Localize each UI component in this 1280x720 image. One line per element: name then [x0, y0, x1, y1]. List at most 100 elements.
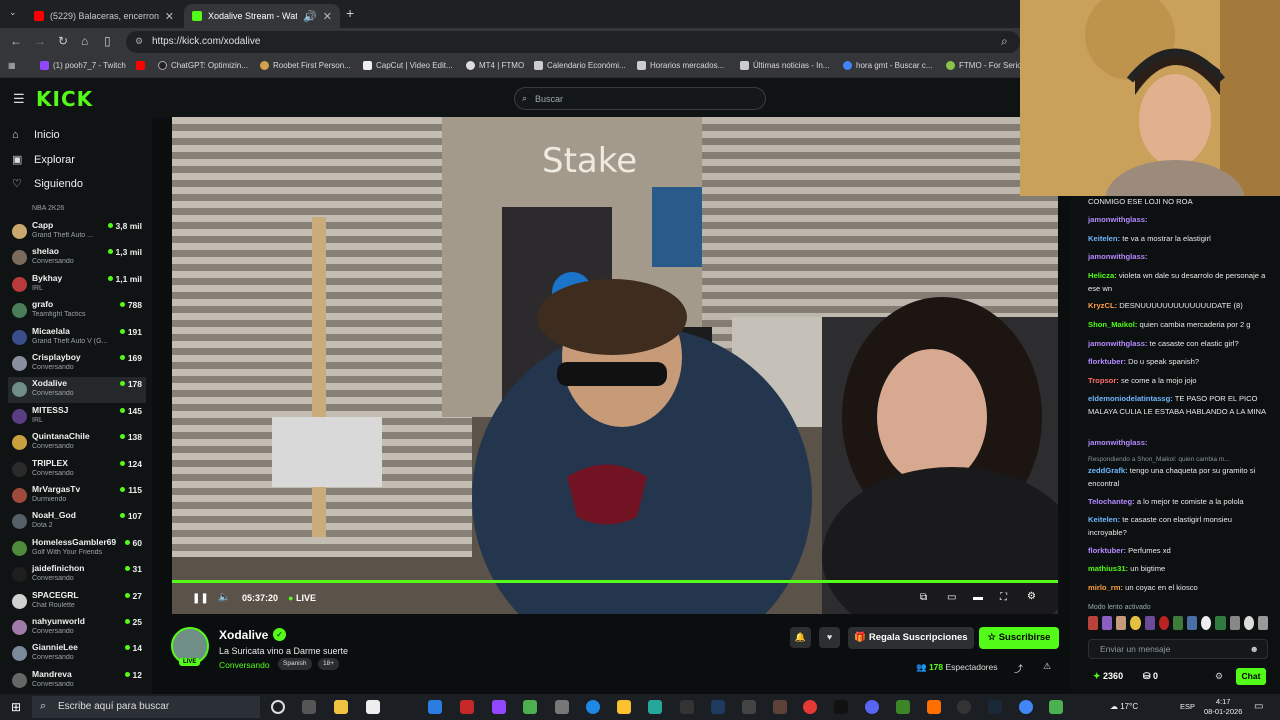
bookmark-item[interactable]: Horarios mercados...	[637, 61, 724, 70]
bookmark-item[interactable]: FTMO - For Serio	[946, 61, 1022, 70]
gift-subs-button[interactable]: 🎁 Regala Suscripciones	[848, 627, 974, 649]
sidebar-channel-item[interactable]: QuintanaChile Conversando 138	[8, 430, 146, 456]
close-tab-icon[interactable]: ✕	[323, 10, 332, 23]
bookmark-item[interactable]: CapCut | Video Edit...	[363, 61, 453, 70]
chat-username[interactable]: mathius31:	[1088, 564, 1128, 573]
tab-youtube[interactable]: (5229) Balaceras, encerronas y ... ✕	[26, 4, 182, 28]
video-player[interactable]: Stake	[172, 117, 1058, 614]
sidebar-channel-item[interactable]: GiannieLee Conversando 14	[8, 641, 146, 667]
chat-username[interactable]: jamonwithglass:	[1088, 438, 1148, 447]
bookmark-item[interactable]: Calendario Económi...	[534, 61, 626, 70]
sidebar-channel-item[interactable]: Capp Grand Theft Auto ... 3,8 mil	[8, 219, 146, 245]
emote-icon[interactable]	[1243, 616, 1254, 630]
channel-name[interactable]: Xodalive	[219, 628, 268, 642]
app-icon[interactable]	[680, 700, 694, 714]
kick-logo[interactable]: KICK	[36, 87, 93, 111]
new-tab-icon[interactable]: +	[346, 5, 354, 21]
fullscreen-icon[interactable]: ⛶	[1000, 592, 1007, 603]
sidebar-channel-item[interactable]: MrVargasTv Durmiendo 115	[8, 483, 146, 509]
task-view-icon[interactable]	[302, 700, 316, 714]
stream-category[interactable]: Conversando	[219, 660, 270, 670]
sidebar-channel-item[interactable]: Mandreva Conversando 12	[8, 668, 146, 694]
nav-following[interactable]: ♡ Siguiendo	[12, 177, 83, 191]
emote-icon[interactable]	[1229, 616, 1240, 630]
app-icon[interactable]	[927, 700, 941, 714]
chat-username[interactable]: KryzCL:	[1088, 301, 1117, 310]
zoom-app-icon[interactable]	[586, 700, 600, 714]
theater-mode-icon[interactable]: ▬	[973, 592, 983, 603]
chat-username[interactable]: florktuber:	[1088, 357, 1126, 366]
sidebar-channel-item[interactable]: grafo Teamfight Tactics 788	[8, 298, 146, 324]
split-view-icon[interactable]: ▯	[104, 34, 111, 48]
emote-icon[interactable]	[1172, 616, 1184, 630]
file-explorer-icon[interactable]	[334, 700, 348, 714]
notepad-icon[interactable]	[366, 700, 380, 714]
clock[interactable]: 4:17 08-01-2026	[1204, 697, 1242, 717]
tag-age[interactable]: 18+	[318, 658, 340, 670]
sidebar-channel-item[interactable]: Crisplayboy Conversando 169	[8, 351, 146, 377]
app-icon[interactable]	[428, 700, 442, 714]
sidebar-channel-item[interactable]: HomelessGambler69 Golf With Your Friends 6…	[8, 536, 146, 562]
zoom-icon[interactable]: ⌕	[1001, 34, 1008, 49]
sidebar-channel-item[interactable]: jaidefinichon Conversando 31	[8, 562, 146, 588]
forward-icon[interactable]: →	[34, 34, 46, 48]
url-field[interactable]: ⚙ https://kick.com/xodalive	[126, 31, 1020, 53]
sidebar-channel-item[interactable]: shelao Conversando 1,3 mil	[8, 245, 146, 271]
emote-icon[interactable]	[1088, 616, 1099, 630]
sidebar-channel-item[interactable]: Micaelala Grand Theft Auto V (G... 191	[8, 325, 146, 351]
app-icon[interactable]	[1049, 700, 1063, 714]
cast-icon[interactable]: ▭	[947, 592, 956, 603]
back-icon[interactable]: ←	[10, 34, 22, 48]
chat-username[interactable]: zeddGrafk:	[1088, 466, 1128, 475]
notification-bell-icon[interactable]: 🔔	[790, 627, 811, 648]
app-icon[interactable]	[773, 700, 787, 714]
chat-username[interactable]: Shon_Maikol:	[1088, 320, 1137, 329]
apps-icon[interactable]: ▦	[8, 61, 16, 70]
chat-send-button[interactable]: Chat	[1236, 668, 1266, 685]
emote-icon[interactable]	[1102, 616, 1113, 630]
emoji-icon[interactable]: ☻	[1250, 644, 1259, 654]
chat-username[interactable]: jamonwithglass:	[1088, 252, 1148, 261]
taskbar-search[interactable]: ⌕ Escribe aquí para buscar	[32, 696, 260, 718]
emote-icon[interactable]	[1144, 616, 1155, 630]
emote-icon[interactable]	[1215, 616, 1226, 630]
bookmark-item[interactable]: Últimas noticias - In...	[740, 61, 829, 70]
tiktok-icon[interactable]	[834, 700, 848, 714]
emote-icon[interactable]	[1187, 616, 1198, 630]
opera-icon[interactable]	[803, 700, 817, 714]
cortana-icon[interactable]	[271, 700, 285, 714]
steam-icon[interactable]	[988, 700, 1002, 714]
chat-input[interactable]: Enviar un mensaje ☻	[1088, 639, 1268, 659]
bookmark-item[interactable]: (1) pooh7_7 - Twitch	[40, 61, 126, 70]
home-icon[interactable]: ⌂	[81, 34, 88, 48]
app-icon[interactable]	[460, 700, 474, 714]
sidebar-channel-item[interactable]: Xodalive Conversando 178	[8, 377, 146, 404]
twitch-icon[interactable]	[492, 700, 506, 714]
menu-icon[interactable]: ☰	[13, 91, 25, 107]
tab-kick[interactable]: Xodalive Stream - Watch Li 🔊 ✕	[184, 4, 340, 28]
chat-username[interactable]: Tropsor:	[1088, 376, 1119, 385]
bookmark-item[interactable]: hora gmt - Buscar c...	[843, 61, 932, 70]
bookmark-youtube-icon[interactable]	[136, 61, 149, 70]
site-info-icon[interactable]: ⚙	[135, 36, 143, 47]
weather-widget[interactable]: ☁ 17°C	[1110, 702, 1138, 711]
chat-counter[interactable]: ⛁ 0	[1143, 671, 1158, 682]
bookmark-item[interactable]: ChatGPT: Optimizin...	[158, 61, 248, 70]
nav-home[interactable]: ⌂ Inicio	[12, 129, 60, 141]
share-icon[interactable]: ⤴	[1014, 662, 1023, 675]
sidebar-channel-item[interactable]: Bykhay IRL 1,1 mil	[8, 272, 146, 298]
pause-icon[interactable]: ❚❚	[192, 593, 209, 604]
app-icon[interactable]	[957, 700, 971, 714]
chat-username[interactable]: jamonwithglass:	[1088, 215, 1148, 224]
settings-gear-icon[interactable]: ⚙	[1027, 591, 1036, 602]
bookmark-item[interactable]: Roobet First Person...	[260, 61, 351, 70]
report-icon[interactable]: ⚠	[1043, 661, 1051, 672]
tab-list-chevron-icon[interactable]: ⌄	[9, 7, 17, 18]
search-input[interactable]: ⌕ Buscar	[514, 87, 766, 110]
chat-username[interactable]: Helicza:	[1088, 271, 1117, 280]
subscribe-button[interactable]: ☆ Suscribirse	[979, 627, 1059, 649]
emote-icon[interactable]	[1158, 616, 1169, 630]
chat-username[interactable]: Telochanteg:	[1088, 497, 1135, 506]
chat-settings-icon[interactable]: ⚙	[1215, 671, 1223, 682]
emote-icon[interactable]	[1130, 616, 1141, 630]
